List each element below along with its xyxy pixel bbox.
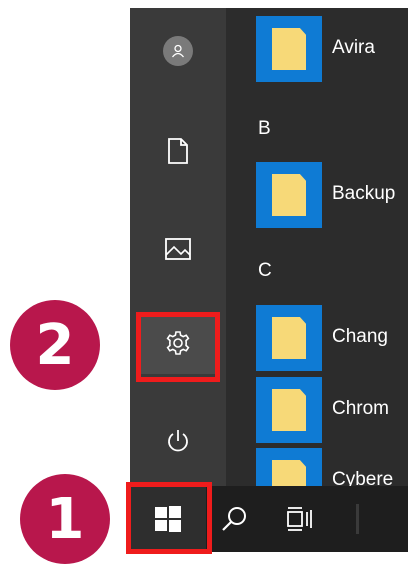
power-icon: [168, 430, 188, 452]
app-list: Avira B Backup C Chang Chrom Cybere: [226, 8, 408, 486]
folder-icon: [272, 317, 306, 359]
app-item-chrom[interactable]: Chrom: [256, 377, 408, 443]
power-button[interactable]: [140, 410, 216, 472]
task-view-icon: [287, 507, 312, 531]
documents-button[interactable]: [140, 120, 216, 182]
app-name: Chrom: [332, 398, 390, 419]
app-name: Backup: [332, 183, 396, 204]
user-account-button[interactable]: [140, 20, 216, 82]
app-item-backup[interactable]: Backup: [256, 162, 408, 228]
task-view-button[interactable]: [280, 486, 320, 552]
app-name: Chang: [332, 326, 388, 347]
step-1-badge: 1: [20, 474, 110, 564]
pictures-icon: [165, 238, 191, 260]
app-tile: [256, 162, 322, 228]
app-tile: [256, 16, 322, 82]
pictures-button[interactable]: [140, 218, 216, 280]
app-tile: [256, 377, 322, 443]
app-item-avira[interactable]: Avira: [256, 16, 408, 82]
app-tile: [256, 305, 322, 371]
user-avatar-icon: [163, 36, 193, 66]
app-name: Avira: [332, 37, 375, 58]
start-highlight-box: [126, 482, 212, 554]
search-button[interactable]: [214, 486, 254, 552]
step-2-badge: 2: [10, 300, 100, 390]
search-icon: [222, 507, 246, 531]
taskbar-divider: [356, 504, 359, 534]
section-letter-c: C: [258, 260, 272, 281]
screenshot-stage: Avira B Backup C Chang Chrom Cybere 2 1: [0, 0, 408, 566]
section-letter-b: B: [258, 118, 271, 139]
document-icon: [168, 138, 188, 164]
app-tile: [256, 448, 322, 486]
start-menu: Avira B Backup C Chang Chrom Cybere: [130, 8, 408, 486]
app-item-chang[interactable]: Chang: [256, 305, 408, 371]
folder-icon: [272, 174, 306, 216]
app-item-cybere[interactable]: Cybere: [256, 448, 408, 486]
folder-icon: [272, 389, 306, 431]
settings-highlight-box: [136, 312, 220, 382]
start-menu-rail: [130, 8, 226, 486]
app-name: Cybere: [332, 469, 394, 486]
folder-icon: [272, 460, 306, 486]
folder-icon: [272, 28, 306, 70]
